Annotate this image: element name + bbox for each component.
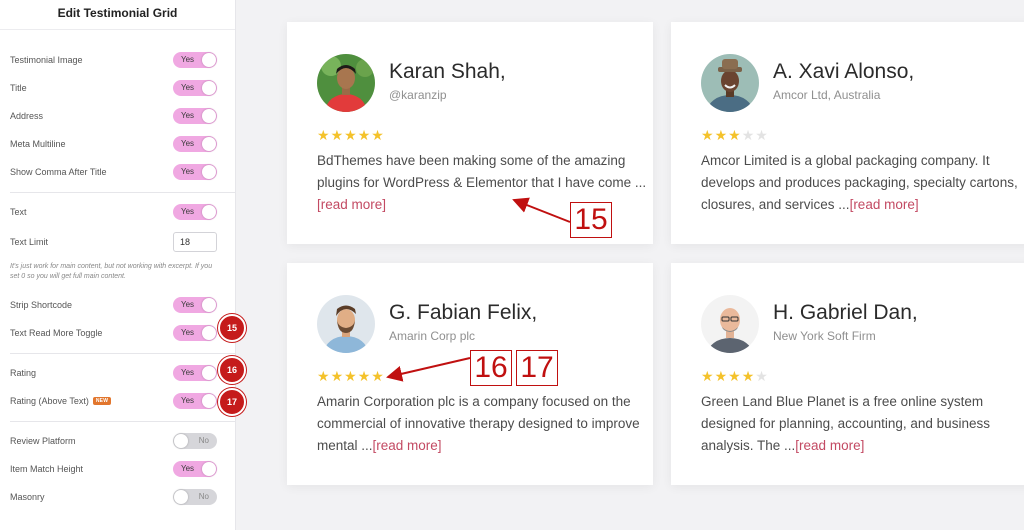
arrow-to-rating [386,357,471,382]
annotation-label-17: 17 [516,350,558,386]
screen: Edit Testimonial Grid Testimonial Image … [0,0,1024,530]
annotation-label-16: 16 [470,350,512,386]
annotation-label-15: 15 [570,202,612,238]
annotation-arrows [386,197,571,382]
arrow-to-read-more [512,197,571,223]
